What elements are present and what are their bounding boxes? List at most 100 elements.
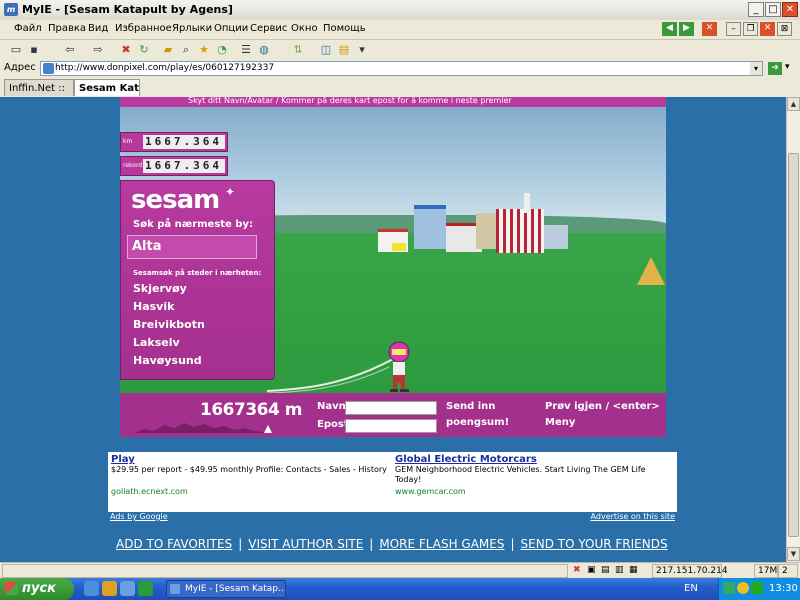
more-games-link[interactable]: MORE FLASH GAMES (379, 537, 504, 551)
submit-score-button-line2[interactable]: poengsum! (446, 417, 509, 428)
tab-restore-icon[interactable]: ❐ (743, 22, 758, 36)
tab-sesam[interactable]: Sesam Kata (74, 79, 140, 96)
ad-text-gem: GEM Neighborhood Electric Vehicles. Star… (395, 465, 646, 484)
name-input[interactable] (345, 401, 437, 415)
proxy-icon[interactable]: ⇅ (290, 42, 306, 58)
refresh-icon[interactable]: ↻ (136, 42, 152, 58)
taskbar: пуск MyIE - [Sesam Katap... EN 13:30 (0, 578, 800, 600)
flash-game[interactable]: Skyt ditt Navn/Avatar / Kommer på deres … (120, 97, 666, 437)
web-page: Skyt ditt Navn/Avatar / Kommer på deres … (0, 97, 786, 562)
ad-url-play[interactable]: goliath.ecnext.com (111, 487, 188, 496)
tab-close-icon[interactable]: ✕ (760, 22, 775, 36)
quicklaunch-media-icon[interactable] (102, 581, 117, 596)
go-dropdown-icon[interactable]: ▾ (785, 62, 790, 72)
back-nav-icon[interactable]: ◀ (662, 22, 677, 36)
forward-icon[interactable]: ⇨ (90, 42, 106, 58)
place-link-hasvik[interactable]: Hasvik (133, 300, 174, 313)
menu-edit[interactable]: Правка (48, 23, 86, 34)
script-toggle-icon[interactable]: ▤ (601, 565, 610, 575)
go-icon[interactable]: ➜ (768, 62, 782, 75)
quicklaunch-myie-icon[interactable] (120, 581, 135, 596)
stop-icon[interactable]: ✖ (118, 42, 134, 58)
folder-icon[interactable]: ▰ (160, 42, 176, 58)
minimize-button[interactable]: _ (748, 2, 764, 17)
link-separator: | (238, 537, 243, 551)
menu-file[interactable]: Файл (14, 23, 42, 34)
favorites-star-icon[interactable]: ★ (196, 42, 212, 58)
address-dropdown-icon[interactable]: ▾ (750, 62, 762, 75)
image-toggle-icon[interactable]: ▣ (587, 565, 596, 575)
scroll-thumb[interactable] (788, 153, 799, 537)
place-link-breivikbotn[interactable]: Breivikbotn (133, 318, 205, 331)
menu-view[interactable]: Вид (88, 23, 108, 34)
window-icon[interactable]: ◫ (318, 42, 334, 58)
place-link-skjervoy[interactable]: Skjervøy (133, 282, 187, 295)
chevron-down-icon[interactable]: ▾ (354, 42, 370, 58)
menu-button[interactable]: Meny (545, 417, 575, 428)
system-tray: 13:30 (718, 578, 800, 600)
ad-url-gem[interactable]: www.gemcar.com (395, 487, 466, 496)
tray-app-icon[interactable] (737, 582, 749, 594)
page-icon[interactable]: ☰ (238, 42, 254, 58)
tab-close-all-icon[interactable]: ⊠ (777, 22, 792, 36)
task-myie[interactable]: MyIE - [Sesam Katap... (166, 580, 286, 598)
save-icon[interactable]: ▪ (26, 42, 42, 58)
close-button[interactable]: ✕ (782, 2, 798, 17)
clock: 13:30 (769, 583, 798, 594)
place-link-havoysund[interactable]: Havøysund (133, 354, 202, 367)
ads-by-google-link[interactable]: Ads by Google (110, 512, 168, 521)
send-to-friends-link[interactable]: SEND TO YOUR FRIENDS (521, 537, 668, 551)
vertical-scrollbar[interactable]: ▲ ▼ (786, 97, 800, 562)
sound-toggle-icon[interactable]: ▦ (629, 565, 638, 575)
hud-top-text: Skyt ditt Navn/Avatar / Kommer på deres … (188, 97, 512, 105)
tray-security-icon[interactable] (751, 582, 763, 594)
ad-title-play[interactable]: Play (111, 454, 135, 465)
email-label: Epost (317, 419, 349, 430)
submit-score-button-line1[interactable]: Send inn (446, 401, 495, 412)
scroll-down-icon[interactable]: ▼ (787, 547, 800, 561)
forward-nav-icon[interactable]: ▶ (679, 22, 694, 36)
add-to-favorites-link[interactable]: ADD TO FAVORITES (116, 537, 232, 551)
email-input[interactable] (345, 419, 437, 433)
windows-logo-icon (5, 582, 18, 595)
menu-tools[interactable]: Сервис (250, 23, 287, 34)
quicklaunch-app-icon[interactable] (138, 581, 153, 596)
sesam-city-link[interactable]: Alta (127, 235, 257, 259)
tab-inffin[interactable]: Inffin.Net :: (4, 79, 74, 96)
menu-shortcuts[interactable]: Ярлыки (172, 23, 212, 34)
ad-text-play: $29.95 per report - $49.95 monthly Profi… (111, 465, 387, 474)
start-button[interactable]: пуск (0, 578, 74, 600)
task-myie-label: MyIE - [Sesam Katap... (185, 584, 286, 594)
visit-author-link[interactable]: VISIT AUTHOR SITE (248, 537, 363, 551)
globe-icon[interactable]: ◍ (256, 42, 272, 58)
retry-button[interactable]: Prøv igjen / <enter> (545, 401, 660, 412)
tab-bar: Inffin.Net :: Sesam Kata (0, 78, 800, 98)
search-icon[interactable]: ⌕ (178, 42, 194, 58)
new-page-icon[interactable]: ▭ (8, 42, 24, 58)
advertise-link[interactable]: Advertise on this site (591, 512, 675, 521)
close-tab-icon[interactable]: ✕ (702, 22, 717, 36)
quicklaunch-browser-icon[interactable] (84, 581, 99, 596)
menu-options[interactable]: Опции (214, 23, 248, 34)
back-icon[interactable]: ⇦ (62, 42, 78, 58)
menu-favorites[interactable]: Избранное (115, 23, 172, 34)
language-indicator[interactable]: EN (684, 583, 698, 594)
scroll-up-icon[interactable]: ▲ (787, 97, 800, 111)
ad-title-gem[interactable]: Global Electric Motorcars (395, 454, 537, 465)
menu-help[interactable]: Помощь (323, 23, 366, 34)
notes-icon[interactable]: ▤ (336, 42, 352, 58)
flash-toggle-icon[interactable]: ▥ (615, 565, 624, 575)
tab-minimize-icon[interactable]: – (726, 22, 741, 36)
address-field[interactable]: ▾ (40, 61, 763, 76)
tray-network-icon[interactable] (723, 582, 735, 594)
page-favicon-icon (43, 63, 54, 74)
km-counter-label: km (123, 138, 133, 145)
player-character (388, 341, 410, 392)
menu-window[interactable]: Окно (291, 23, 318, 34)
maximize-button[interactable]: □ (765, 2, 781, 17)
place-link-lakselv[interactable]: Lakselv (133, 336, 180, 349)
popup-block-icon[interactable]: ✖ (573, 565, 581, 575)
address-input[interactable] (55, 62, 745, 74)
toolbar: ▭ ▪ ⇦ ⇨ ✖ ↻ ▰ ⌕ ★ ◔ ☰ ◍ ⇅ ◫ ▤ ▾ (0, 40, 800, 61)
history-icon[interactable]: ◔ (214, 42, 230, 58)
